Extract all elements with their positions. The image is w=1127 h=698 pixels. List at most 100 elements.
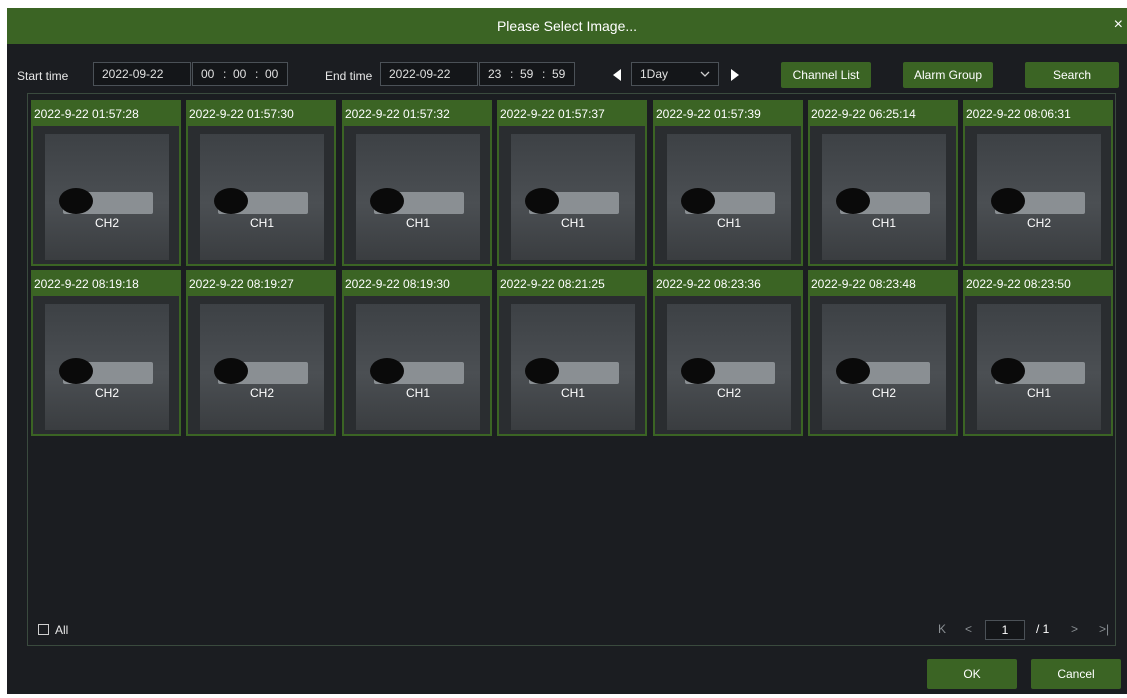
start-date-input[interactable]: 2022-09-22 [93, 62, 191, 86]
start-time-input[interactable]: 00 : 00 : 00 [192, 62, 288, 86]
license-plate-thumbnail: CH1 [977, 304, 1101, 430]
channel-label: CH2 [1026, 216, 1051, 230]
image-card[interactable]: 2022-9-22 08:23:48 CH2 [808, 270, 958, 436]
page-total: / 1 [1036, 622, 1050, 636]
chevron-down-icon [700, 71, 710, 77]
alarm-group-button[interactable]: Alarm Group [903, 62, 993, 88]
image-card[interactable]: 2022-9-22 01:57:39 CH1 [653, 100, 803, 266]
image-card[interactable]: 2022-9-22 08:23:36 CH2 [653, 270, 803, 436]
image-timestamp: 2022-9-22 08:19:30 [344, 272, 491, 296]
image-card[interactable]: 2022-9-22 01:57:30 CH1 [186, 100, 336, 266]
channel-label: CH1 [560, 386, 585, 400]
image-card[interactable]: 2022-9-22 08:19:18 CH2 [31, 270, 181, 436]
channel-label: CH1 [405, 386, 430, 400]
image-card[interactable]: 2022-9-22 08:19:27 CH2 [186, 270, 336, 436]
image-timestamp: 2022-9-22 01:57:37 [499, 102, 646, 126]
page-number-input[interactable]: 1 [985, 620, 1025, 640]
dialog-title: Please Select Image... [496, 18, 638, 34]
redaction-blot [681, 188, 715, 214]
redaction-blot [525, 358, 559, 384]
image-timestamp: 2022-9-22 08:23:36 [655, 272, 802, 296]
dialog-titlebar: Please Select Image... × [7, 8, 1127, 44]
image-timestamp: 2022-9-22 08:19:27 [188, 272, 335, 296]
channel-label: CH2 [871, 386, 896, 400]
channel-label: CH1 [249, 216, 274, 230]
redaction-blot [991, 188, 1025, 214]
next-page-icon[interactable]: > [1071, 622, 1078, 636]
channel-label: CH1 [716, 216, 741, 230]
license-plate-thumbnail: CH2 [822, 304, 946, 430]
previous-period-icon[interactable] [613, 69, 621, 81]
image-card[interactable]: 2022-9-22 08:06:31 CH2 [963, 100, 1113, 266]
close-icon[interactable]: × [1114, 16, 1123, 34]
time-separator: : [223, 67, 227, 81]
redaction-blot [59, 188, 93, 214]
time-separator: : [510, 67, 514, 81]
cancel-button[interactable]: Cancel [1031, 659, 1121, 689]
image-timestamp: 2022-9-22 08:19:18 [33, 272, 180, 296]
image-timestamp: 2022-9-22 08:21:25 [499, 272, 646, 296]
prev-page-icon[interactable]: < [965, 622, 972, 636]
first-page-icon[interactable]: K [938, 622, 946, 636]
redaction-blot [991, 358, 1025, 384]
last-page-icon[interactable]: >| [1099, 622, 1109, 636]
channel-label: CH1 [405, 216, 430, 230]
end-minute[interactable]: 59 [520, 63, 533, 85]
image-timestamp: 2022-9-22 06:25:14 [810, 102, 957, 126]
license-plate-thumbnail: CH1 [356, 134, 480, 260]
image-card[interactable]: 2022-9-22 08:23:50 CH1 [963, 270, 1113, 436]
image-timestamp: 2022-9-22 01:57:39 [655, 102, 802, 126]
license-plate-thumbnail: CH2 [200, 304, 324, 430]
redaction-blot [59, 358, 93, 384]
image-timestamp: 2022-9-22 08:06:31 [965, 102, 1112, 126]
redaction-blot [525, 188, 559, 214]
image-timestamp: 2022-9-22 01:57:32 [344, 102, 491, 126]
channel-list-button[interactable]: Channel List [781, 62, 871, 88]
ok-button[interactable]: OK [927, 659, 1017, 689]
image-card[interactable]: 2022-9-22 08:19:30 CH1 [342, 270, 492, 436]
end-time-input[interactable]: 23 : 59 : 59 [479, 62, 575, 86]
license-plate-thumbnail: CH1 [511, 304, 635, 430]
image-timestamp: 2022-9-22 01:57:30 [188, 102, 335, 126]
end-date-input[interactable]: 2022-09-22 [380, 62, 478, 86]
next-period-icon[interactable] [731, 69, 739, 81]
license-plate-thumbnail: CH2 [977, 134, 1101, 260]
channel-label: CH2 [94, 216, 119, 230]
time-separator: : [542, 67, 546, 81]
redaction-blot [370, 188, 404, 214]
license-plate-thumbnail: CH1 [667, 134, 791, 260]
redaction-blot [836, 358, 870, 384]
image-card[interactable]: 2022-9-22 01:57:28 CH2 [31, 100, 181, 266]
channel-label: CH1 [560, 216, 585, 230]
redaction-blot [681, 358, 715, 384]
redaction-blot [214, 188, 248, 214]
license-plate-thumbnail: CH2 [45, 134, 169, 260]
period-value: 1Day [640, 67, 669, 81]
image-card[interactable]: 2022-9-22 08:21:25 CH1 [497, 270, 647, 436]
select-all-label: All [55, 623, 69, 637]
image-card[interactable]: 2022-9-22 06:25:14 CH1 [808, 100, 958, 266]
start-hour[interactable]: 00 [201, 63, 214, 85]
start-minute[interactable]: 00 [233, 63, 246, 85]
end-time-label: End time [325, 69, 373, 83]
redaction-blot [370, 358, 404, 384]
period-select[interactable]: 1Day [631, 62, 719, 86]
license-plate-thumbnail: CH2 [667, 304, 791, 430]
channel-label: CH1 [1026, 386, 1051, 400]
license-plate-thumbnail: CH1 [822, 134, 946, 260]
start-second[interactable]: 00 [265, 63, 278, 85]
select-all-checkbox[interactable] [38, 624, 49, 635]
end-hour[interactable]: 23 [488, 63, 501, 85]
redaction-blot [836, 188, 870, 214]
redaction-blot [214, 358, 248, 384]
license-plate-thumbnail: CH1 [200, 134, 324, 260]
end-second[interactable]: 59 [552, 63, 565, 85]
select-image-dialog: Please Select Image... × Start time 2022… [7, 8, 1127, 694]
image-card[interactable]: 2022-9-22 01:57:37 CH1 [497, 100, 647, 266]
image-card[interactable]: 2022-9-22 01:57:32 CH1 [342, 100, 492, 266]
image-timestamp: 2022-9-22 01:57:28 [33, 102, 180, 126]
image-timestamp: 2022-9-22 08:23:50 [965, 272, 1112, 296]
license-plate-thumbnail: CH1 [356, 304, 480, 430]
search-button[interactable]: Search [1025, 62, 1119, 88]
license-plate-thumbnail: CH2 [45, 304, 169, 430]
